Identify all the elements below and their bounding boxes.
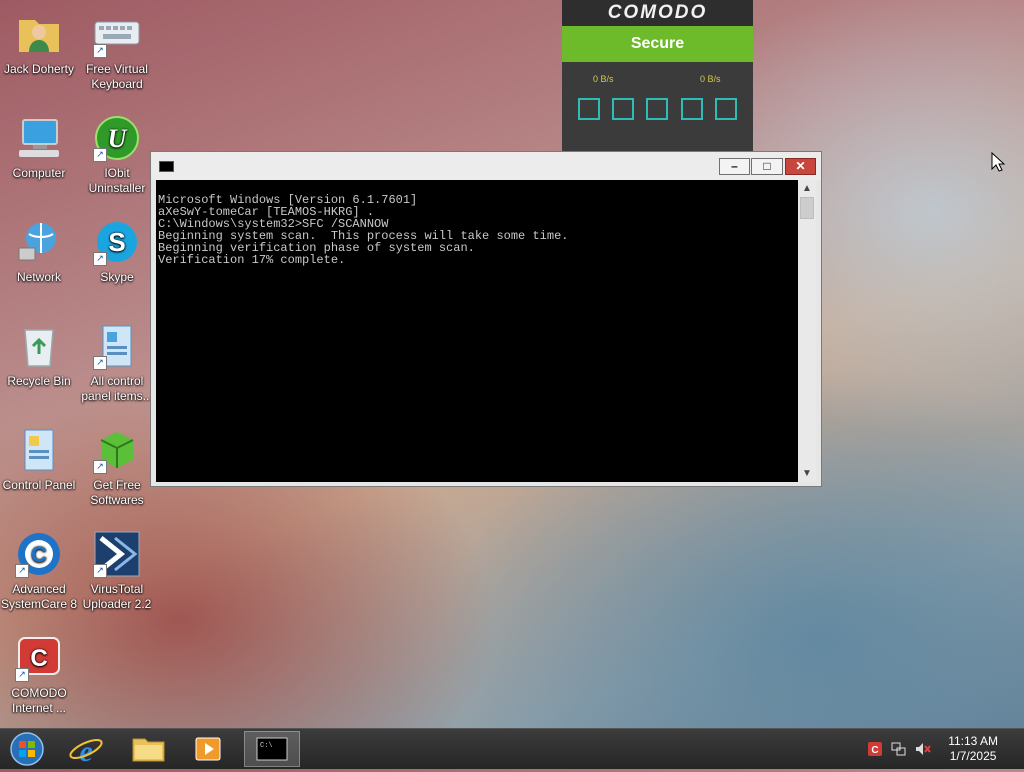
- maximize-button[interactable]: □: [751, 158, 783, 175]
- comodo-icon: C ↗: [15, 634, 63, 682]
- dashboard-icon[interactable]: [646, 98, 669, 120]
- control-panel-items-icon: ↗: [93, 322, 141, 370]
- scrollbar-thumb[interactable]: [800, 197, 814, 219]
- shortcut-arrow-icon: ↗: [93, 460, 107, 474]
- keyboard-icon: ↗: [93, 10, 141, 58]
- control-panel-icon: [15, 426, 63, 474]
- desktop-icon-jack-doherty[interactable]: Jack Doherty: [0, 10, 79, 77]
- shortcut-arrow-icon: ↗: [93, 252, 107, 266]
- desktop-icon-label: Jack Doherty: [3, 62, 75, 76]
- desktop-icon-label: Free Virtual Keyboard: [86, 62, 148, 91]
- desktop-icon-recycle-bin[interactable]: Recycle Bin: [0, 322, 79, 389]
- recycle-bin-icon: [15, 322, 63, 370]
- virustotal-icon: ↗: [93, 530, 141, 578]
- skype-icon: S ↗: [93, 218, 141, 266]
- desktop-icon-label: All control panel items...: [81, 374, 153, 403]
- svg-text:C: C: [31, 542, 47, 567]
- comodo-rates: 0 B/s 0 B/s: [562, 62, 753, 94]
- desktop-icon-comodo[interactable]: C ↗ COMODO Internet ...: [0, 634, 79, 716]
- desktop-icon-virustotal[interactable]: ↗ VirusTotal Uploader 2.2: [77, 530, 157, 612]
- tasks-icon[interactable]: [578, 98, 601, 120]
- get-free-softwares-icon: ↗: [93, 426, 141, 474]
- clock-time: 11:13 AM: [948, 734, 998, 748]
- desktop-icon-label: Advanced SystemCare 8: [0, 582, 78, 611]
- network-icon: [15, 218, 63, 266]
- volume-muted-icon[interactable]: [915, 741, 931, 757]
- taskbar-internet-explorer[interactable]: e: [58, 731, 114, 768]
- media-player-icon: [195, 737, 221, 761]
- desktop-icon-label: Skype: [100, 270, 134, 284]
- iobit-uninstaller-icon: U ↗: [93, 114, 141, 162]
- desktop-icon-advanced-systemcare[interactable]: C ↗ Advanced SystemCare 8: [0, 530, 79, 612]
- mouse-pointer-icon: [991, 151, 1006, 177]
- taskbar-command-prompt[interactable]: C:\: [244, 731, 300, 767]
- desktop-icon-label: Recycle Bin: [7, 374, 71, 388]
- comodo-tray-icon[interactable]: C: [867, 741, 883, 757]
- desktop-icon-label: Control Panel: [2, 478, 76, 492]
- vertical-scrollbar[interactable]: ▲ ▼: [798, 180, 816, 482]
- start-button[interactable]: [0, 731, 56, 767]
- comodo-status-button[interactable]: Secure: [562, 26, 753, 62]
- minimize-button[interactable]: –: [719, 158, 750, 175]
- desktop-icon-label: Get Free Softwares: [90, 478, 144, 507]
- command-prompt-window[interactable]: – □ ✕ Microsoft Windows [Version 6.1.760…: [150, 151, 822, 487]
- sandbox-icon[interactable]: [680, 98, 703, 120]
- svg-text:C:\: C:\: [260, 742, 273, 750]
- download-rate: 0 B/s: [593, 74, 614, 84]
- network-tray-icon[interactable]: [891, 741, 907, 757]
- desktop-icon-computer[interactable]: Computer: [0, 114, 79, 181]
- shortcut-arrow-icon: ↗: [93, 148, 107, 162]
- virtual-desktop-icon[interactable]: [714, 98, 737, 120]
- desktop-icon-skype[interactable]: S ↗ Skype: [77, 218, 157, 285]
- shortcut-arrow-icon: ↗: [93, 564, 107, 578]
- shortcut-arrow-icon: ↗: [15, 564, 29, 578]
- comodo-widget[interactable]: COMODO Secure 0 B/s 0 B/s: [562, 0, 753, 152]
- user-folder-icon: [15, 10, 63, 58]
- desktop-icon-iobit-uninstaller[interactable]: U ↗ IObit Uninstaller: [77, 114, 157, 196]
- command-prompt-icon: C:\: [256, 737, 288, 761]
- desktop-icon-all-control-panel-items[interactable]: ↗ All control panel items...: [77, 322, 157, 404]
- refresh-icon[interactable]: [612, 98, 635, 120]
- svg-text:C: C: [871, 745, 878, 756]
- folder-icon: [132, 738, 165, 762]
- clock-date: 1/7/2025: [949, 749, 997, 763]
- computer-icon: [15, 114, 63, 162]
- svg-text:e: e: [79, 735, 92, 767]
- desktop-icon-get-free-softwares[interactable]: ↗ Get Free Softwares: [77, 426, 157, 508]
- advanced-systemcare-icon: C ↗: [15, 530, 63, 578]
- taskbar-media-player[interactable]: [180, 731, 236, 767]
- shortcut-arrow-icon: ↗: [93, 356, 107, 370]
- svg-text:U: U: [108, 124, 128, 153]
- windows-orb-icon: [10, 732, 44, 766]
- taskbar-clock[interactable]: 11:13 AM 1/7/2025: [948, 734, 998, 764]
- console-line: Verification 17% complete.: [158, 253, 346, 267]
- close-button[interactable]: ✕: [785, 158, 816, 175]
- shortcut-arrow-icon: ↗: [15, 668, 29, 682]
- taskbar-file-explorer[interactable]: [120, 731, 176, 767]
- shortcut-arrow-icon: ↗: [93, 44, 107, 58]
- scroll-up-icon[interactable]: ▲: [798, 180, 816, 197]
- comodo-brand: COMODO: [562, 0, 753, 26]
- desktop-icon-label: VirusTotal Uploader 2.2: [82, 582, 152, 611]
- desktop-icon-network[interactable]: Network: [0, 218, 79, 285]
- cmd-icon: [159, 161, 174, 172]
- scroll-down-icon[interactable]: ▼: [798, 465, 816, 482]
- desktop-icon-label: COMODO Internet ...: [11, 686, 67, 715]
- console-output[interactable]: Microsoft Windows [Version 6.1.7601] aXeS…: [156, 180, 798, 482]
- desktop-icon-label: IObit Uninstaller: [88, 166, 146, 195]
- desktop-icon-control-panel[interactable]: Control Panel: [0, 426, 79, 493]
- svg-text:S: S: [108, 227, 125, 257]
- desktop-icon-free-virtual-keyboard[interactable]: ↗ Free Virtual Keyboard: [77, 10, 157, 92]
- desktop-icon-label: Network: [16, 270, 61, 284]
- upload-rate: 0 B/s: [700, 74, 721, 84]
- window-titlebar[interactable]: – □ ✕: [151, 152, 821, 180]
- desktop-icon-label: Computer: [12, 166, 66, 180]
- svg-text:C: C: [30, 645, 47, 672]
- taskbar: e C:\ C 11:13 AM 1/7/2025: [0, 728, 1024, 769]
- comodo-toolbar: [562, 94, 753, 124]
- internet-explorer-icon: e: [69, 735, 103, 768]
